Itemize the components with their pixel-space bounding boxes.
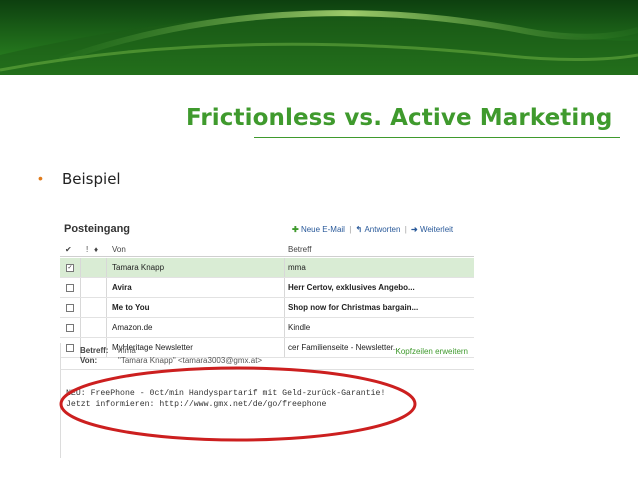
reply-icon: ↰ <box>355 225 363 234</box>
email-client-screenshot: Posteingang ✚ Neue E-Mail | ↰ Antworten … <box>60 218 478 458</box>
flag-icon[interactable]: ♦ <box>94 242 98 256</box>
bullet-dot-icon: • <box>38 170 43 186</box>
checkbox-icon[interactable] <box>66 323 74 332</box>
row-checkbox[interactable] <box>65 278 75 297</box>
row-checkbox[interactable] <box>65 318 75 337</box>
priority-icon[interactable]: ! <box>86 242 88 256</box>
message-subject: mma <box>288 263 306 272</box>
forward-button[interactable]: Weiterleit <box>420 225 453 234</box>
message-body: NEU: FreePhone - 0ct/min Handyspartarif … <box>66 388 385 410</box>
column-divider <box>284 258 285 277</box>
reply-button[interactable]: Antworten <box>364 225 400 234</box>
message-subject: Kindle <box>288 323 311 332</box>
column-subject[interactable]: Betreff <box>288 242 311 256</box>
column-divider <box>284 318 285 337</box>
checkbox-checked-icon[interactable]: ✓ <box>66 263 74 272</box>
checkmark-icon[interactable]: ✔ <box>65 242 72 256</box>
subject-value: mma <box>118 346 136 355</box>
message-row[interactable]: Avira Herr Certov, exklusives Angebo... <box>60 278 474 298</box>
column-divider <box>106 278 107 297</box>
message-from: Me to You <box>112 303 150 312</box>
column-divider <box>284 278 285 297</box>
toolbar-separator: | <box>349 225 352 234</box>
mail-header: Posteingang ✚ Neue E-Mail | ↰ Antworten … <box>60 218 478 240</box>
expand-headers-link[interactable]: Kopfzeilen erweitern <box>396 347 468 356</box>
title-underline <box>254 137 620 138</box>
checkbox-icon[interactable] <box>66 303 74 312</box>
subject-label: Betreff: <box>80 346 109 355</box>
header-banner <box>0 0 638 75</box>
message-subject: Shop now for Christmas bargain... <box>288 303 419 312</box>
column-divider <box>106 318 107 337</box>
column-divider <box>106 258 107 277</box>
message-detail-header: Betreff: mma Von: "Tamara Knapp" <tamara… <box>60 343 474 370</box>
message-from: Amazon.de <box>112 323 153 332</box>
new-mail-button[interactable]: Neue E-Mail <box>301 225 345 234</box>
message-row[interactable]: Me to You Shop now for Christmas bargain… <box>60 298 474 318</box>
slide-title: Frictionless vs. Active Marketing <box>186 105 613 131</box>
folder-title: Posteingang <box>64 223 131 235</box>
checkbox-icon[interactable] <box>66 283 74 292</box>
from-value: "Tamara Knapp" <tamara3003@gmx.at> <box>118 356 263 365</box>
message-list-header: ✔ ! ♦ Von Betreff <box>60 242 474 257</box>
forward-icon: ➜ <box>411 225 418 234</box>
banner-swoosh <box>0 10 638 75</box>
row-checkbox[interactable] <box>65 298 75 317</box>
bullet-text: Beispiel <box>62 170 121 188</box>
toolbar-separator: | <box>404 225 407 234</box>
message-from: Tamara Knapp <box>112 263 165 272</box>
body-line: Jetzt informieren: http://www.gmx.net/de… <box>66 400 327 409</box>
mail-toolbar: ✚ Neue E-Mail | ↰ Antworten | ➜ Weiterle… <box>292 225 453 234</box>
message-row[interactable]: ✓ Tamara Knapp mma <box>60 258 474 278</box>
column-divider <box>106 298 107 317</box>
column-divider <box>80 278 81 297</box>
column-divider <box>284 298 285 317</box>
row-checkbox[interactable]: ✓ <box>65 258 75 277</box>
column-divider <box>80 298 81 317</box>
message-from: Avira <box>112 283 132 292</box>
column-from[interactable]: Von <box>112 242 126 256</box>
column-divider <box>80 258 81 277</box>
body-line: NEU: FreePhone - 0ct/min Handyspartarif … <box>66 389 386 398</box>
column-divider <box>80 318 81 337</box>
message-subject: Herr Certov, exklusives Angebo... <box>288 283 415 292</box>
plus-icon: ✚ <box>292 225 299 234</box>
message-row[interactable]: Amazon.de Kindle <box>60 318 474 338</box>
from-label: Von: <box>80 356 98 365</box>
